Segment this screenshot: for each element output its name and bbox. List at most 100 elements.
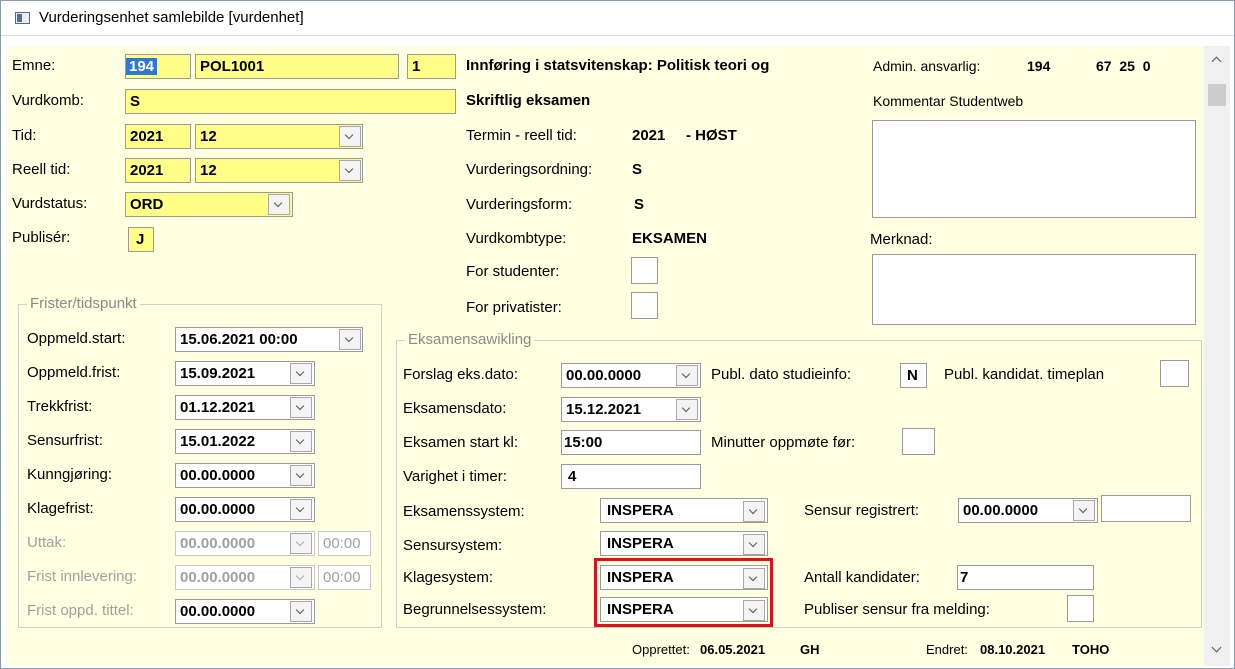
window-icon bbox=[15, 12, 30, 24]
endret-date: 08.10.2021 bbox=[980, 642, 1046, 657]
sensur-reg-label: Sensur registrert: bbox=[804, 502, 920, 519]
varighet-label: Varighet i timer: bbox=[403, 468, 507, 485]
emne-inst-field[interactable]: 194 bbox=[125, 54, 191, 79]
frister-label: Trekkfrist: bbox=[27, 398, 93, 415]
reell-period-dropdown[interactable] bbox=[339, 160, 361, 181]
scroll-thumb[interactable] bbox=[1208, 84, 1226, 106]
vurdkombtype-label: Vurdkombtype: bbox=[466, 230, 567, 247]
antall-kandidater-field[interactable]: 7 bbox=[957, 565, 1094, 590]
vurderingsform-label: Vurderingsform: bbox=[466, 196, 573, 213]
vurderingsordning-value: S bbox=[632, 161, 643, 178]
antall-label: Antall kandidater: bbox=[804, 569, 920, 586]
publ-dato-field[interactable]: N bbox=[900, 363, 927, 388]
publiser-label: Publisér: bbox=[12, 229, 71, 246]
emne-navn: Innføring i statsvitenskap: Politisk teo… bbox=[466, 57, 770, 74]
sensursystem-dropdown[interactable] bbox=[743, 534, 765, 555]
scroll-up-icon[interactable] bbox=[1204, 46, 1230, 76]
endret-label: Endret: bbox=[926, 642, 968, 657]
sensursystem-label: Sensursystem: bbox=[403, 537, 503, 554]
highlight-box bbox=[594, 558, 773, 627]
vurdstatus-dropdown[interactable] bbox=[268, 194, 290, 215]
vertical-scrollbar[interactable] bbox=[1204, 46, 1230, 666]
varighet-field[interactable]: 4 bbox=[561, 464, 701, 489]
tid-period-select[interactable]: 12 bbox=[195, 124, 363, 149]
frister-label: Kunngjøring: bbox=[27, 466, 113, 483]
vurdkomb-navn: Skriftlig eksamen bbox=[466, 92, 591, 109]
frister-label: Sensurfrist: bbox=[27, 432, 103, 449]
sensurfrist-dropdown[interactable] bbox=[290, 431, 312, 452]
sensur-reg-extra-field[interactable] bbox=[1101, 495, 1191, 522]
uttak-dropdown bbox=[290, 533, 312, 554]
frister-title: Frister/tidspunkt bbox=[27, 295, 140, 313]
frist-innlevering-time-field: 00:00 bbox=[318, 565, 371, 590]
frister-label: Oppmeld.start: bbox=[27, 330, 126, 347]
emne-label: Emne: bbox=[12, 57, 56, 74]
publiser-sensur-label: Publiser sensur fra melding: bbox=[804, 601, 990, 618]
oppmeld-frist-dropdown[interactable] bbox=[290, 363, 312, 384]
eksamen-title: Eksamensawikling bbox=[405, 331, 535, 349]
tid-year-field[interactable]: 2021 bbox=[125, 124, 191, 149]
termin-label: Termin - reell tid: bbox=[466, 127, 577, 144]
reell-year-field[interactable]: 2021 bbox=[125, 158, 191, 183]
title-bar: Vurderingsenhet samlebilde [vurdenhet] bbox=[1, 1, 1234, 36]
merknad-textarea[interactable] bbox=[872, 254, 1196, 325]
frist-oppd-tittel-dropdown[interactable] bbox=[290, 601, 312, 622]
publiser-field[interactable]: J bbox=[128, 227, 154, 252]
admin-codes: 67 25 0 bbox=[1096, 58, 1151, 74]
merknad-label: Merknad: bbox=[870, 231, 933, 248]
frister-label: Frist oppd. tittel: bbox=[27, 602, 134, 619]
publ-kandidat-checkbox[interactable] bbox=[1160, 360, 1189, 387]
publ-kandidat-label: Publ. kandidat. timeplan bbox=[944, 366, 1105, 383]
for-privatister-label: For privatister: bbox=[466, 299, 562, 316]
termin-year: 2021 bbox=[632, 127, 666, 144]
admin-value: 194 bbox=[1027, 58, 1051, 74]
klagesystem-label: Klagesystem: bbox=[403, 569, 494, 586]
sensur-reg-dropdown[interactable] bbox=[1073, 500, 1095, 521]
opprettet-user: GH bbox=[800, 642, 820, 657]
opprettet-label: Opprettet: bbox=[632, 642, 690, 657]
vurdkomb-field[interactable]: S bbox=[125, 89, 456, 114]
publ-dato-label: Publ. dato studieinfo: bbox=[711, 366, 852, 383]
tid-period-dropdown[interactable] bbox=[339, 126, 361, 147]
frister-label: Uttak: bbox=[27, 534, 67, 551]
for-studenter-checkbox[interactable] bbox=[631, 257, 658, 284]
eksamenssystem-dropdown[interactable] bbox=[743, 501, 765, 522]
opprettet-date: 06.05.2021 bbox=[700, 642, 766, 657]
oppmeld-start-field[interactable]: 15.06.2021 00:00 bbox=[175, 327, 363, 352]
klagefrist-dropdown[interactable] bbox=[290, 499, 312, 520]
tid-label: Tid: bbox=[12, 127, 37, 144]
kommentar-textarea[interactable] bbox=[872, 120, 1196, 218]
reell-tid-label: Reell tid: bbox=[12, 161, 71, 178]
frist-innlevering-dropdown bbox=[290, 567, 312, 588]
vurdkombtype-value: EKSAMEN bbox=[632, 230, 708, 247]
frister-label: Oppmeld.frist: bbox=[27, 364, 121, 381]
for-studenter-label: For studenter: bbox=[466, 263, 560, 280]
begrunnelse-label: Begrunnelsessystem: bbox=[403, 601, 547, 618]
uttak-time-field: 00:00 bbox=[318, 531, 371, 556]
reell-period-select[interactable]: 12 bbox=[195, 158, 363, 183]
emne-kode-field[interactable]: POL1001 bbox=[195, 54, 399, 79]
for-privatister-checkbox[interactable] bbox=[631, 292, 658, 319]
forslag-label: Forslag eks.dato: bbox=[403, 366, 519, 383]
eksamenssystem-label: Eksamenssystem: bbox=[403, 503, 525, 520]
eksamensdato-label: Eksamensdato: bbox=[403, 400, 507, 417]
vurderingsform-value: S bbox=[634, 196, 645, 213]
window-title: Vurderingsenhet samlebilde [vurdenhet] bbox=[39, 9, 304, 26]
frister-label: Frist innlevering: bbox=[27, 568, 138, 585]
vurderingsordning-label: Vurderingsordning: bbox=[466, 161, 593, 178]
minutter-field[interactable] bbox=[902, 428, 935, 455]
oppmeld-start-dropdown[interactable] bbox=[339, 329, 361, 350]
emne-versjon-field[interactable]: 1 bbox=[407, 54, 456, 79]
form-area: Emne: 194 POL1001 1 Vurdkomb: S Tid: 202… bbox=[8, 46, 1204, 666]
termin-value: - HØST bbox=[686, 127, 737, 144]
endret-user: TOHO bbox=[1072, 642, 1110, 657]
vurdkomb-label: Vurdkomb: bbox=[12, 92, 84, 109]
trekkfrist-dropdown[interactable] bbox=[290, 397, 312, 418]
publiser-sensur-checkbox[interactable] bbox=[1067, 595, 1094, 622]
minutter-label: Minutter oppmøte før: bbox=[711, 434, 856, 451]
eksamen-start-field[interactable]: 15:00 bbox=[561, 430, 701, 455]
kunngjoring-dropdown[interactable] bbox=[290, 465, 312, 486]
eksamensdato-dropdown[interactable] bbox=[676, 399, 698, 420]
scroll-down-icon[interactable] bbox=[1204, 636, 1230, 666]
forslag-dropdown[interactable] bbox=[676, 365, 698, 386]
